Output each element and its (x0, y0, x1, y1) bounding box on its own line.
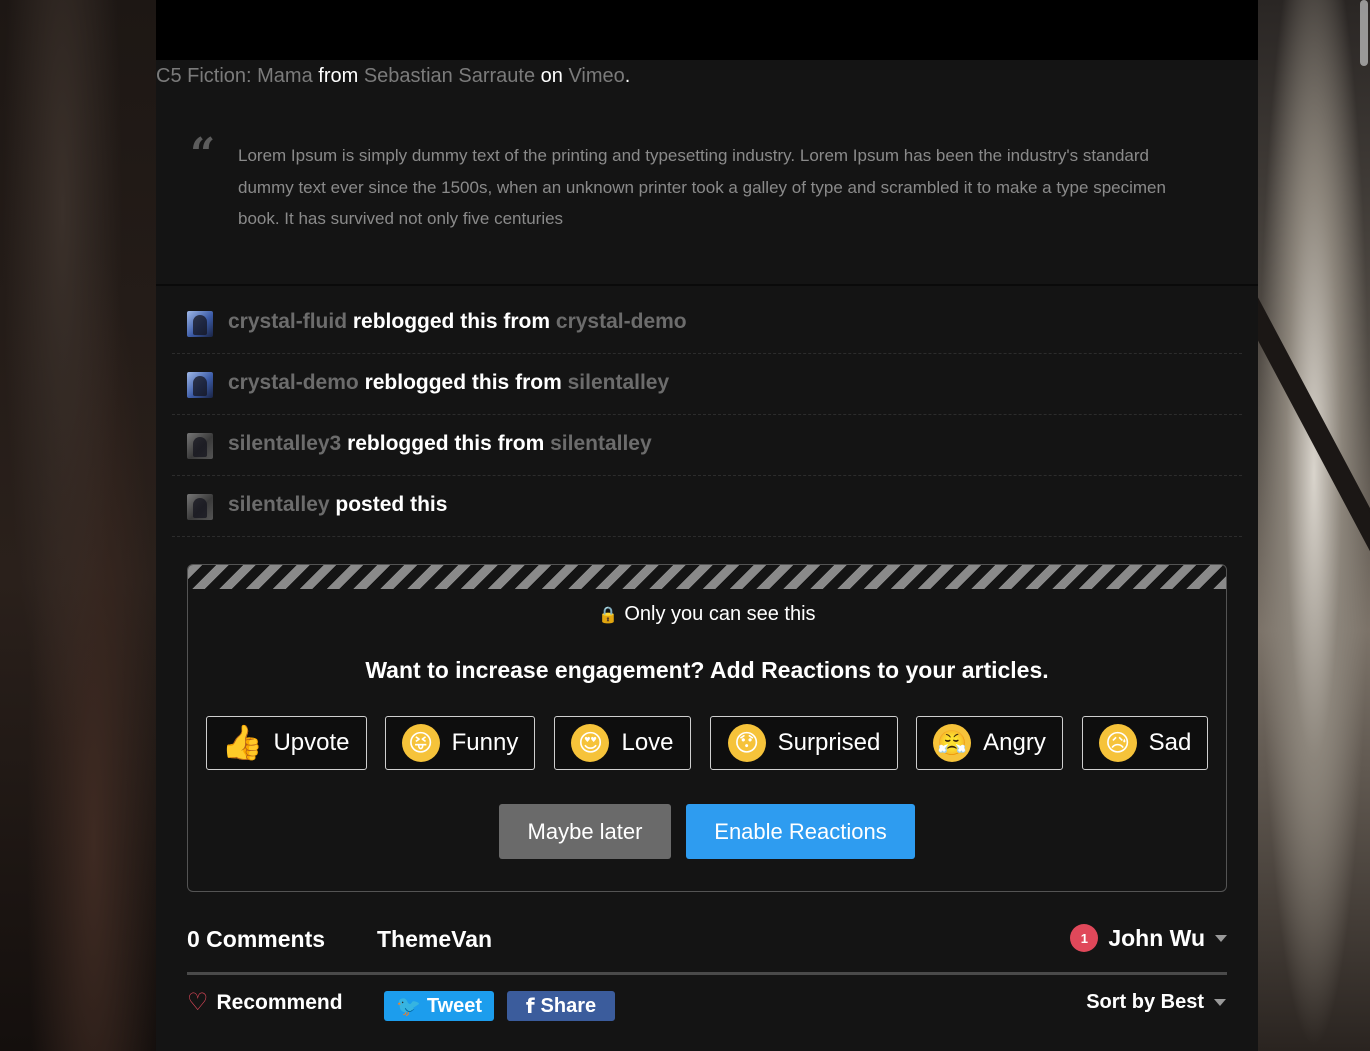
note-user-link[interactable]: crystal-demo (228, 371, 359, 394)
post-notes-list: crystal-fluid reblogged this from crysta… (172, 293, 1242, 537)
chevron-down-icon (1214, 999, 1226, 1006)
note-action: posted this (335, 493, 448, 516)
note-item: crystal-demo reblogged this from silenta… (172, 354, 1242, 415)
reaction-label: Sad (1148, 729, 1192, 756)
reaction-label: Angry (983, 729, 1046, 756)
private-notice-text: Only you can see this (624, 603, 816, 625)
video-embed[interactable] (156, 0, 1258, 60)
quote-mark-icon: “ (190, 129, 216, 180)
sort-label: Sort by Best (1086, 991, 1204, 1013)
private-notice: 🔒 Only you can see this (188, 603, 1226, 626)
note-item: crystal-fluid reblogged this from crysta… (172, 293, 1242, 354)
post-column: C5 Fiction: Mama from Sebastian Sarraute… (156, 0, 1258, 1051)
tweet-label: Tweet (426, 994, 483, 1017)
share-label: Share (540, 994, 597, 1017)
note-user-link[interactable]: silentalley3 (228, 432, 341, 455)
note-source-link[interactable]: silentalley (550, 432, 652, 455)
reaction-love-button[interactable]: 😍 Love (554, 716, 691, 770)
reaction-label: Surprised (777, 729, 881, 756)
reactions-promo-panel: 🔒 Only you can see this Want to increase … (187, 564, 1227, 892)
reaction-angry-button[interactable]: 😤 Angry (916, 716, 1063, 770)
note-item: silentalley posted this (172, 476, 1242, 537)
user-menu[interactable]: 1 John Wu (1070, 924, 1227, 952)
chevron-down-icon (1215, 934, 1227, 942)
reaction-funny-button[interactable]: 😝 Funny (385, 716, 535, 770)
video-title-link[interactable]: C5 Fiction: Mama (156, 65, 313, 87)
angry-face-icon: 😤 (933, 724, 972, 762)
twitter-bird-icon: 🐦 (395, 994, 421, 1018)
reaction-sad-button[interactable]: 😥 Sad (1082, 716, 1208, 770)
avatar[interactable] (187, 311, 213, 337)
caption-from-text: from (318, 65, 359, 87)
facebook-icon: f (525, 994, 535, 1018)
heart-icon: ♡ (187, 989, 209, 1016)
forum-name-tab[interactable]: ThemeVan (377, 926, 492, 953)
section-divider (156, 284, 1258, 286)
note-action: reblogged this from (364, 371, 562, 394)
reaction-label: Funny (451, 729, 519, 756)
avatar[interactable] (187, 433, 213, 459)
comments-header: 0 Comments ThemeVan 1 John Wu (187, 920, 1227, 975)
avatar[interactable] (187, 494, 213, 520)
note-action: reblogged this from (352, 310, 551, 333)
note-source-link[interactable]: crystal-demo (556, 310, 687, 333)
caption-period: . (624, 65, 631, 87)
lock-icon: 🔒 (598, 607, 619, 624)
funny-face-icon: 😝 (401, 724, 440, 762)
video-author-link[interactable]: Sebastian Sarraute (364, 65, 535, 87)
surprised-face-icon: 😯 (727, 724, 766, 762)
note-source-link[interactable]: silentalley (568, 371, 670, 394)
sort-dropdown[interactable]: Sort by Best (1086, 991, 1226, 1014)
background-photo-left (0, 0, 156, 1051)
user-name: John Wu (1108, 924, 1205, 951)
video-site-link[interactable]: Vimeo (568, 65, 624, 87)
facebook-share-button[interactable]: f Share (507, 991, 615, 1021)
notification-badge[interactable]: 1 (1070, 924, 1099, 952)
reactions-headline: Want to increase engagement? Add Reactio… (365, 657, 1049, 683)
caption-on-text: on (540, 65, 563, 87)
thumbs-up-icon: 👍 (221, 724, 264, 762)
heart-eyes-icon: 😍 (571, 724, 610, 762)
sad-face-icon: 😥 (1098, 724, 1137, 762)
note-user-link[interactable]: crystal-fluid (228, 310, 347, 333)
note-item: silentalley3 reblogged this from silenta… (172, 415, 1242, 476)
comments-count-tab[interactable]: 0 Comments (187, 926, 325, 953)
video-caption: C5 Fiction: Mama from Sebastian Sarraute… (156, 65, 630, 88)
scrollbar-thumb[interactable] (1360, 0, 1368, 66)
recommend-label: Recommend (216, 991, 343, 1014)
recommend-button[interactable]: ♡ Recommend (187, 991, 343, 1015)
maybe-later-button[interactable]: Maybe later (499, 804, 671, 859)
avatar[interactable] (187, 372, 213, 398)
reaction-label: Upvote (273, 729, 350, 756)
background-photo-right (1190, 0, 1370, 1051)
reaction-upvote-button[interactable]: 👍 Upvote (206, 716, 367, 770)
reaction-surprised-button[interactable]: 😯 Surprised (710, 716, 898, 770)
note-action: reblogged this from (347, 432, 545, 455)
note-user-link[interactable]: silentalley (228, 493, 330, 516)
reaction-label: Love (621, 729, 674, 756)
hazard-stripe-border (188, 565, 1226, 589)
tweet-button[interactable]: 🐦 Tweet (384, 991, 494, 1021)
enable-reactions-button[interactable]: Enable Reactions (686, 804, 915, 859)
blockquote-text: Lorem Ipsum is simply dummy text of the … (238, 146, 1166, 228)
